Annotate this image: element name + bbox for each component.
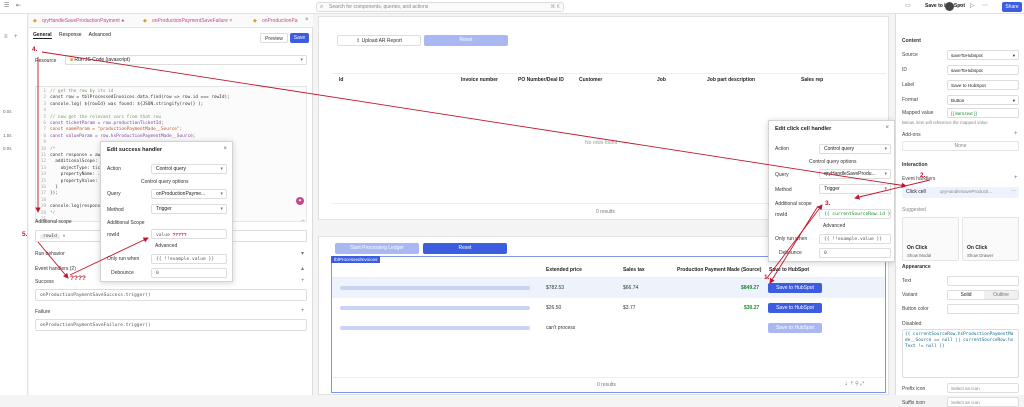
arrow-5 <box>37 241 69 279</box>
suffix-icon-select[interactable]: Select an icon <box>947 397 1019 407</box>
suffix-icon-label: Suffix icon <box>902 400 925 406</box>
annotation-1: 1. <box>764 274 770 281</box>
arrow-4 <box>41 51 907 188</box>
annotation-arrows <box>35 51 931 284</box>
annotation-5: 5. <box>22 231 28 238</box>
arrow-1 <box>766 204 823 279</box>
arrow-3 <box>769 205 819 284</box>
arrow-2 <box>854 179 931 200</box>
arrow-5b <box>69 237 149 276</box>
annotation-2: 2. <box>920 172 926 179</box>
annotation-4: 4. <box>32 46 38 53</box>
annotation-question: ???? <box>70 275 86 282</box>
annotation-3: 3. <box>825 200 831 207</box>
